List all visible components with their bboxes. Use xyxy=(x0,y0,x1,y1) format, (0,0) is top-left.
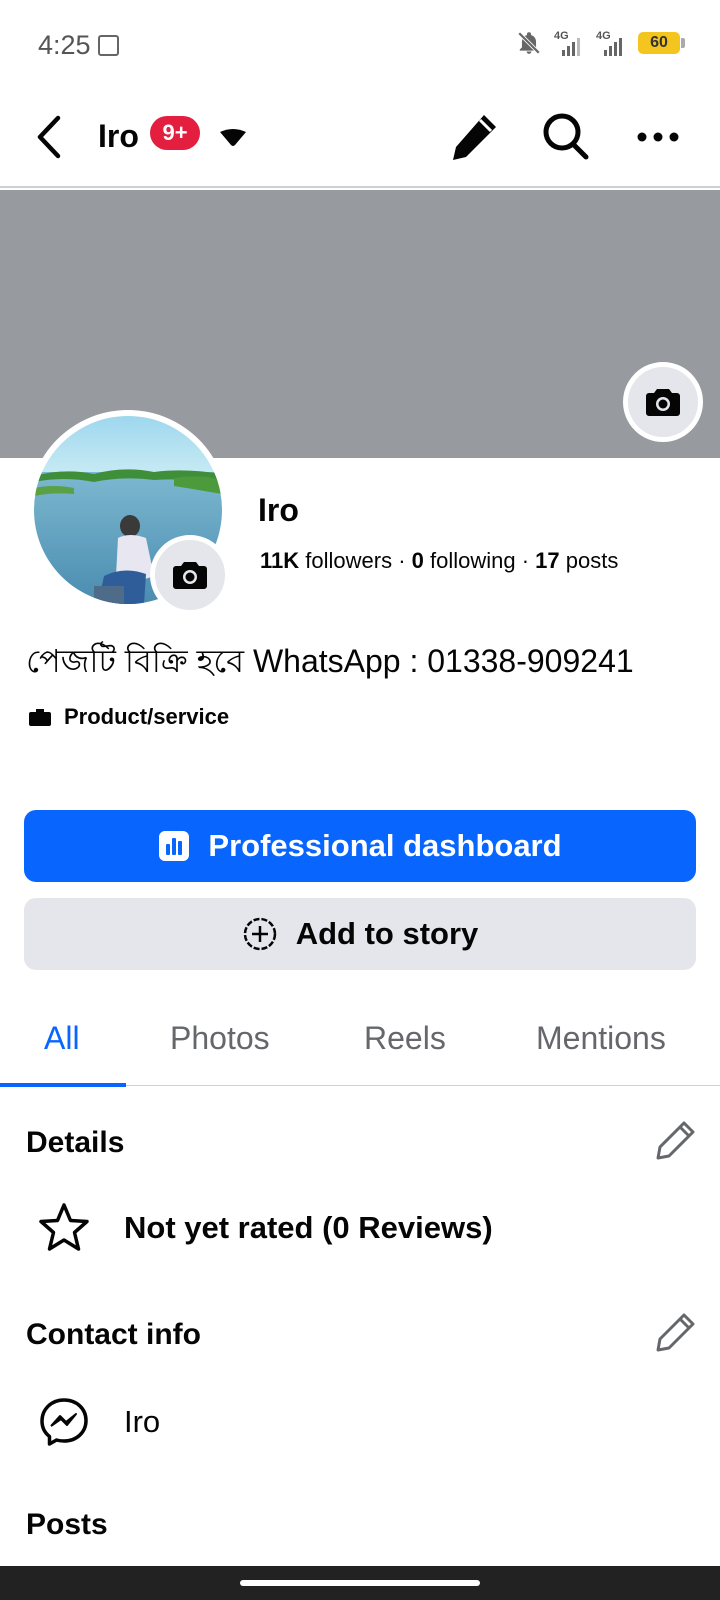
battery-level: 60 xyxy=(650,34,668,51)
home-gesture-bar[interactable] xyxy=(240,1580,480,1586)
briefcase-icon xyxy=(29,709,51,726)
details-title: Details xyxy=(26,1126,125,1159)
edit-profile-picture-button[interactable] xyxy=(150,535,230,615)
more-options-icon[interactable] xyxy=(636,122,680,152)
caret-down-icon[interactable] xyxy=(218,128,248,148)
camera-icon xyxy=(173,562,207,589)
messenger-icon xyxy=(40,1398,88,1446)
posts-title: Posts xyxy=(26,1508,108,1541)
page-switcher-title[interactable]: Iro xyxy=(98,118,139,155)
tab-all[interactable]: All xyxy=(44,1020,80,1057)
professional-dashboard-button[interactable]: Professional dashboard xyxy=(24,810,696,882)
signal-icon-2: 4G xyxy=(596,30,626,56)
edit-cover-photo-button[interactable] xyxy=(623,362,703,442)
messenger-contact-name: Iro xyxy=(124,1404,161,1439)
edit-contact-info-icon[interactable] xyxy=(654,1310,698,1354)
notification-badge: 9+ xyxy=(150,116,200,150)
status-icons: 4G 4G 60 xyxy=(516,30,685,56)
status-bar: 4:25 4G 4G 60 xyxy=(0,0,720,92)
page-category: Product/service xyxy=(28,704,229,730)
star-icon xyxy=(39,1203,89,1251)
active-tab-indicator xyxy=(0,1083,126,1087)
tab-mentions[interactable]: Mentions xyxy=(536,1020,666,1057)
tab-reels[interactable]: Reels xyxy=(364,1020,446,1057)
messenger-contact-row[interactable]: Iro xyxy=(38,1396,160,1448)
dashboard-chart-icon xyxy=(159,831,190,861)
add-circle-icon xyxy=(243,917,276,951)
battery-icon: 60 xyxy=(638,32,685,54)
posts-label: posts xyxy=(559,548,619,573)
top-navigation: Iro 9+ xyxy=(0,92,720,188)
back-arrow-icon[interactable] xyxy=(30,112,70,162)
tab-photos[interactable]: Photos xyxy=(170,1020,270,1057)
profile-name: Iro xyxy=(258,492,299,528)
add-to-story-button[interactable]: Add to story xyxy=(24,898,696,970)
camera-icon xyxy=(646,389,680,416)
rating-row: Not yet rated (0 Reviews) xyxy=(38,1202,493,1254)
contact-info-title: Contact info xyxy=(26,1318,201,1351)
following-count[interactable]: 0 xyxy=(412,548,424,573)
rating-text: Not yet rated (0 Reviews) xyxy=(124,1210,493,1245)
search-icon[interactable] xyxy=(540,110,590,162)
add-to-story-label: Add to story xyxy=(295,916,479,951)
profile-bio: পেজটি বিক্রি হবে WhatsApp : 01338-909241 xyxy=(26,643,634,679)
followers-count[interactable]: 11K xyxy=(260,548,299,573)
edit-pencil-icon[interactable] xyxy=(450,110,500,162)
signal-icon: 4G xyxy=(554,30,584,56)
following-label[interactable]: following · xyxy=(424,548,535,573)
followers-label[interactable]: followers · xyxy=(299,548,411,573)
profile-tabs: All Photos Reels Mentions xyxy=(0,1006,720,1087)
profile-stats: 11K followers · 0 following · 17 posts xyxy=(260,548,618,574)
posts-count: 17 xyxy=(535,548,560,573)
edit-details-icon[interactable] xyxy=(654,1118,698,1162)
status-time: 4:25 xyxy=(38,30,91,60)
category-label: Product/service xyxy=(64,704,230,729)
screen-record-icon xyxy=(98,35,119,56)
professional-dashboard-label: Professional dashboard xyxy=(208,828,562,863)
notifications-off-icon xyxy=(517,31,541,55)
system-navigation-bar xyxy=(0,1566,720,1600)
